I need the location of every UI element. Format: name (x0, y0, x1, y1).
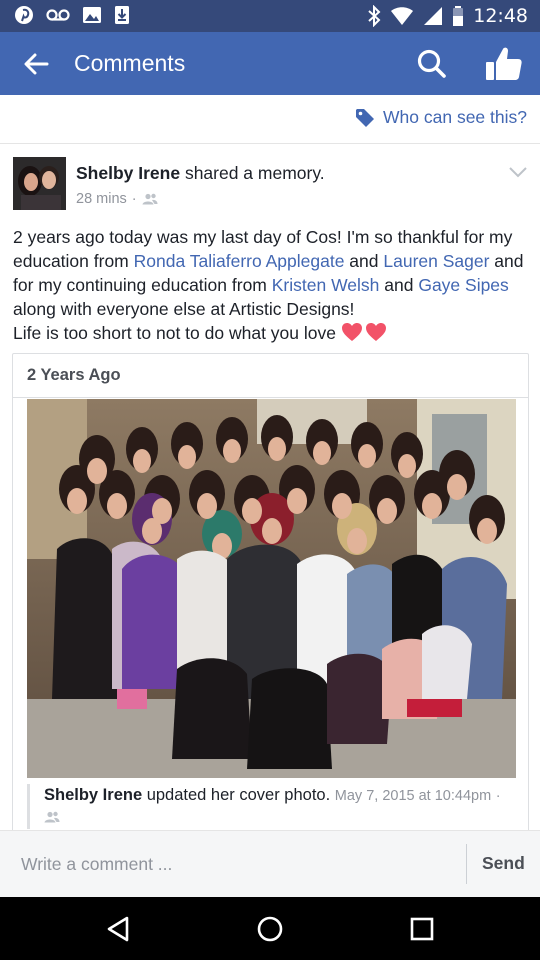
post-header: Shelby Irene shared a memory. (76, 163, 325, 184)
memory-photo[interactable] (27, 399, 516, 778)
avatar[interactable] (13, 157, 66, 210)
shared-author[interactable]: Shelby Irene (44, 786, 142, 804)
emoji-group (341, 322, 387, 342)
friends-icon (44, 811, 60, 823)
chevron-down-icon (509, 167, 527, 178)
send-button[interactable]: Send (482, 853, 525, 874)
shared-date[interactable]: May 7, 2015 at 10:44pm (335, 788, 491, 804)
heart-icon (341, 323, 362, 341)
search-button[interactable] (414, 46, 450, 82)
system-navigation-bar (0, 897, 540, 960)
search-icon (417, 49, 446, 78)
friends-icon (142, 193, 158, 205)
status-bar: 12:48 (0, 0, 540, 32)
status-notifications (14, 5, 130, 25)
nav-back-button[interactable] (103, 913, 135, 945)
back-arrow-icon (24, 53, 49, 75)
signal-icon (424, 7, 443, 25)
avatar-photo (13, 157, 66, 210)
thumbs-up-icon (486, 47, 522, 80)
voicemail-icon (46, 9, 70, 21)
wifi-icon (391, 7, 414, 25)
post-text-segment: and (379, 275, 419, 295)
shared-action: updated her cover photo. (142, 786, 331, 804)
like-button[interactable] (482, 44, 526, 84)
post-action: shared a memory. (180, 163, 325, 183)
post-text: 2 years ago today was my last day of Cos… (13, 225, 529, 345)
status-system: 12:48 (367, 5, 528, 27)
comment-composer: Send (0, 830, 540, 897)
post-text-segment: and (344, 251, 384, 271)
page-title: Comments (74, 50, 186, 76)
privacy-link-label: Who can see this? (383, 107, 527, 127)
nav-home-button[interactable] (254, 913, 286, 945)
privacy-link[interactable]: Who can see this? (355, 107, 527, 128)
tagged-friend[interactable]: Gaye Sipes (418, 275, 508, 295)
post-meta: 28 mins · (76, 191, 158, 207)
post-feed[interactable]: Who can see this? Shelby Irene shared a … (0, 95, 540, 830)
divider (0, 143, 540, 144)
divider (13, 397, 528, 398)
back-triangle-icon (107, 916, 129, 942)
memory-card-header: 2 Years Ago (27, 366, 121, 384)
clock: 12:48 (473, 5, 528, 27)
back-button[interactable] (20, 48, 52, 80)
meta-separator: · (495, 788, 501, 804)
post-options-button[interactable] (508, 165, 528, 179)
meta-separator: · (131, 191, 137, 207)
bluetooth-icon (368, 5, 381, 27)
post-time[interactable]: 28 mins (76, 191, 127, 207)
home-circle-icon (257, 916, 283, 942)
battery-icon (453, 6, 464, 26)
pinterest-icon (15, 6, 33, 24)
comment-input[interactable] (0, 831, 466, 897)
group-photo (27, 399, 516, 778)
download-icon (115, 6, 129, 24)
heart-icon (365, 323, 386, 341)
memory-card[interactable]: 2 Years Ago Shelby Irene updated her cov… (12, 353, 529, 830)
tagged-friend[interactable]: Lauren Sager (383, 251, 489, 271)
divider (466, 844, 467, 884)
recents-square-icon (410, 917, 434, 941)
post-author[interactable]: Shelby Irene (76, 163, 180, 183)
nav-recents-button[interactable] (406, 913, 438, 945)
tagged-friend[interactable]: Kristen Welsh (272, 275, 380, 295)
tagged-friend[interactable]: Ronda Taliaferro Applegate (134, 251, 345, 271)
image-icon (83, 7, 101, 23)
post-text-segment: Life is too short to not to do what you … (13, 323, 341, 343)
tag-icon (356, 108, 375, 127)
post-text-segment: along with everyone else at Artistic Des… (13, 299, 355, 319)
app-bar: Comments (0, 32, 540, 95)
shared-post-attribution: Shelby Irene updated her cover photo. Ma… (27, 784, 507, 829)
